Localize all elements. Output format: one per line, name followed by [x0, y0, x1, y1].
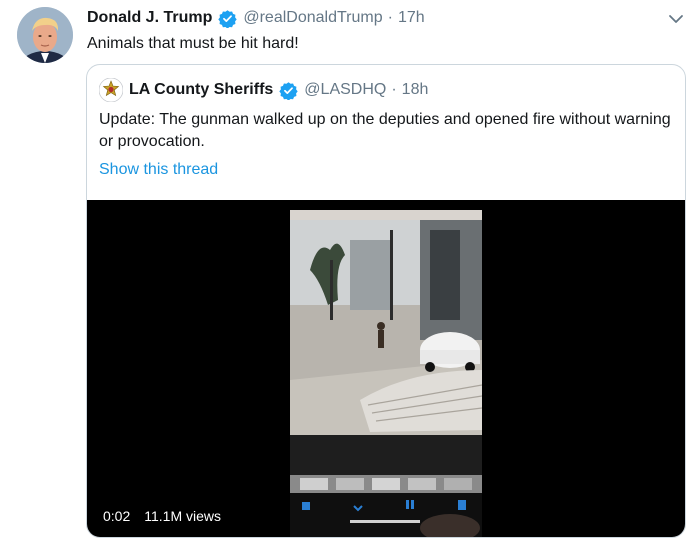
author-handle[interactable]: @realDonaldTrump	[243, 9, 382, 27]
video-meta: 0:02 11.1M views	[103, 508, 221, 524]
chevron-down-icon[interactable]	[666, 9, 686, 29]
separator-dot: ·	[391, 81, 397, 98]
video-frame	[290, 210, 482, 537]
verified-badge-icon	[218, 9, 238, 29]
tweet-time[interactable]: 17h	[398, 9, 425, 27]
author-name[interactable]: Donald J. Trump	[87, 9, 212, 27]
quoted-tweet-time[interactable]: 18h	[402, 81, 429, 99]
separator-dot: ·	[387, 9, 393, 26]
video-player[interactable]: 0:02 11.1M views	[87, 200, 685, 537]
quoted-author-name[interactable]: LA County Sheriffs	[129, 81, 273, 99]
quoted-tweet[interactable]: LA County Sheriffs @LASDHQ · 18h Update:…	[86, 64, 686, 538]
sheriff-badge-avatar	[98, 77, 124, 103]
tweet-header: Donald J. Trump @realDonaldTrump · 17h	[87, 7, 425, 29]
quoted-tweet-header: LA County Sheriffs @LASDHQ · 18h	[98, 77, 429, 103]
video-view-count: 11.1M views	[144, 508, 222, 524]
avatar[interactable]	[17, 7, 73, 63]
quoted-author-handle[interactable]: @LASDHQ	[304, 81, 386, 99]
quoted-tweet-text: Update: The gunman walked up on the depu…	[99, 111, 671, 150]
tweet-text: Animals that must be hit hard!	[87, 35, 299, 52]
avatar-image	[17, 7, 73, 63]
verified-badge-icon	[279, 81, 298, 101]
video-elapsed-time: 0:02	[103, 508, 131, 524]
show-thread-link[interactable]: Show this thread	[99, 161, 218, 179]
